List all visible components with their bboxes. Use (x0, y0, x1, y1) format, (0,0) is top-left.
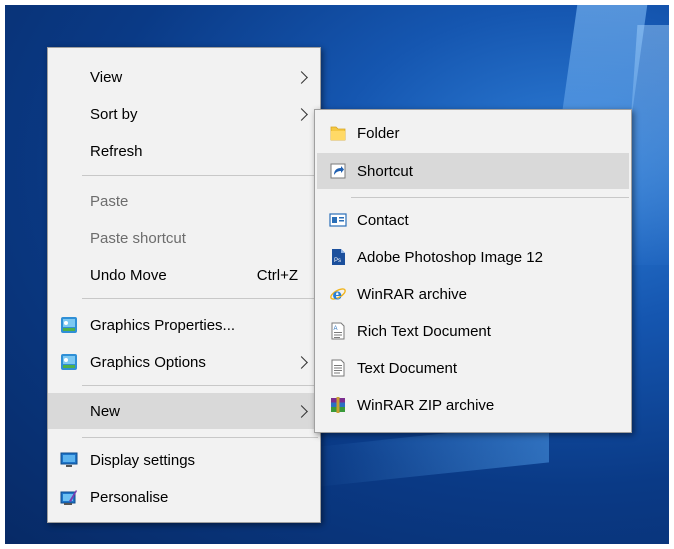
submenu-item-rich-text-document[interactable]: A Rich Text Document (315, 314, 631, 348)
winrar-icon (331, 397, 345, 413)
menu-separator (82, 385, 318, 386)
submenu-item-winrar-archive[interactable]: e WinRAR archive (315, 277, 631, 311)
submenu-item-photoshop-image[interactable]: Ps Adobe Photoshop Image 12 (315, 240, 631, 274)
menu-item-new[interactable]: New (48, 393, 320, 429)
menu-item-label: Personalise (90, 488, 169, 506)
chevron-right-icon (295, 404, 308, 418)
menu-item-label: Sort by (90, 105, 138, 123)
submenu-item-shortcut[interactable]: Shortcut (317, 153, 629, 189)
chevron-right-icon (295, 107, 308, 121)
submenu-item-text-document[interactable]: Text Document (315, 351, 631, 385)
menu-separator (82, 437, 318, 438)
menu-separator (82, 298, 318, 299)
rich-text-document-icon: A (331, 322, 345, 340)
menu-item-graphics-options[interactable]: Graphics Options (48, 345, 320, 379)
menu-item-label: Paste (90, 192, 129, 210)
menu-item-label: Contact (357, 211, 409, 229)
menu-item-paste[interactable]: Paste (48, 184, 320, 218)
text-document-icon (331, 359, 345, 377)
menu-item-label: Text Document (357, 359, 458, 377)
folder-icon (330, 126, 346, 141)
graphics-icon (61, 317, 77, 333)
menu-item-view[interactable]: View (48, 60, 320, 94)
svg-text:A: A (334, 326, 338, 332)
menu-item-label: Graphics Properties... (90, 316, 236, 334)
menu-separator (351, 197, 629, 198)
keyboard-shortcut: Ctrl+Z (256, 266, 298, 284)
submenu-item-contact[interactable]: Contact (315, 203, 631, 237)
menu-item-paste-shortcut[interactable]: Paste shortcut (48, 221, 320, 255)
menu-item-label: Paste shortcut (90, 229, 186, 247)
menu-item-label: Display settings (90, 451, 196, 469)
menu-item-label: Folder (357, 124, 400, 142)
menu-item-label: WinRAR archive (357, 285, 468, 303)
menu-item-label: Adobe Photoshop Image 12 (357, 248, 543, 266)
menu-item-label: Rich Text Document (357, 322, 491, 340)
menu-item-label: WinRAR ZIP archive (357, 396, 495, 414)
menu-item-display-settings[interactable]: Display settings (48, 443, 320, 477)
graphics-icon (61, 354, 77, 370)
desktop-context-menu: View Sort by Refresh Paste Paste shortcu… (47, 47, 321, 523)
photoshop-icon: Ps (332, 249, 345, 265)
menu-item-label: Graphics Options (90, 353, 206, 371)
menu-item-label: New (90, 402, 121, 420)
submenu-item-folder[interactable]: Folder (315, 116, 631, 150)
chevron-right-icon (295, 355, 308, 369)
menu-item-personalise[interactable]: Personalise (48, 480, 320, 514)
contact-icon (329, 213, 347, 227)
personalise-icon (60, 490, 77, 505)
submenu-item-winrar-zip-archive[interactable]: WinRAR ZIP archive (315, 388, 631, 422)
display-icon (60, 452, 78, 467)
menu-item-sort-by[interactable]: Sort by (48, 97, 320, 131)
menu-item-label: View (90, 68, 123, 86)
menu-separator (82, 175, 318, 176)
menu-item-graphics-properties[interactable]: Graphics Properties... (48, 308, 320, 342)
svg-text:e: e (333, 286, 343, 304)
menu-item-label: Undo Move (90, 266, 167, 284)
menu-item-label: Refresh (90, 142, 143, 160)
menu-item-label: Shortcut (357, 162, 413, 180)
shortcut-icon (330, 163, 346, 179)
internet-explorer-icon: e (330, 286, 346, 304)
new-submenu: Folder Shortcut Contact Ps Adobe Photosh… (314, 109, 632, 433)
chevron-right-icon (295, 70, 308, 84)
menu-item-undo-move[interactable]: Undo Move Ctrl+Z (48, 258, 320, 292)
menu-item-refresh[interactable]: Refresh (48, 134, 320, 168)
svg-text:Ps: Ps (334, 258, 341, 264)
